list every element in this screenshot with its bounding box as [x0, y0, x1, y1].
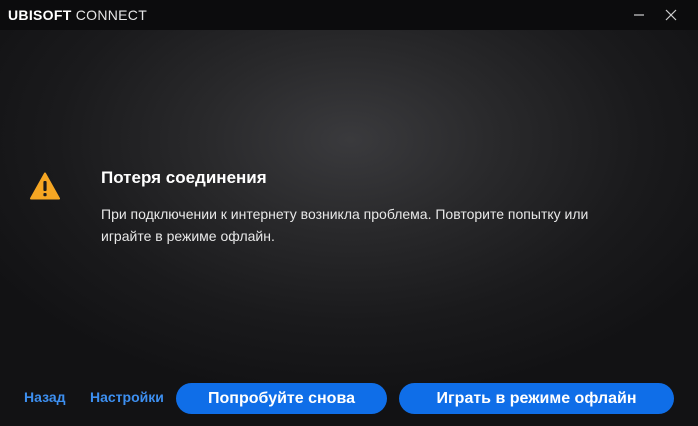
- title-bar: UBISOFT CONNECT: [0, 0, 698, 30]
- close-icon: [665, 9, 677, 21]
- play-offline-button[interactable]: Играть в режиме офлайн: [399, 383, 674, 414]
- retry-button[interactable]: Попробуйте снова: [176, 383, 387, 414]
- app-window: UBISOFT CONNECT Потеря соединения При по…: [0, 0, 698, 426]
- dialog-message: При подключении к интернету возникла про…: [101, 206, 589, 244]
- app-brand: UBISOFT: [8, 7, 72, 23]
- dialog-title: Потеря соединения: [101, 168, 267, 187]
- minimize-button[interactable]: [624, 0, 654, 30]
- settings-link[interactable]: Настройки: [90, 389, 164, 405]
- minimize-icon: [634, 14, 644, 16]
- close-button[interactable]: [656, 0, 686, 30]
- app-title: UBISOFT CONNECT: [8, 7, 147, 23]
- warning-icon: [30, 172, 60, 200]
- back-link[interactable]: Назад: [24, 389, 66, 405]
- app-product: CONNECT: [71, 7, 148, 23]
